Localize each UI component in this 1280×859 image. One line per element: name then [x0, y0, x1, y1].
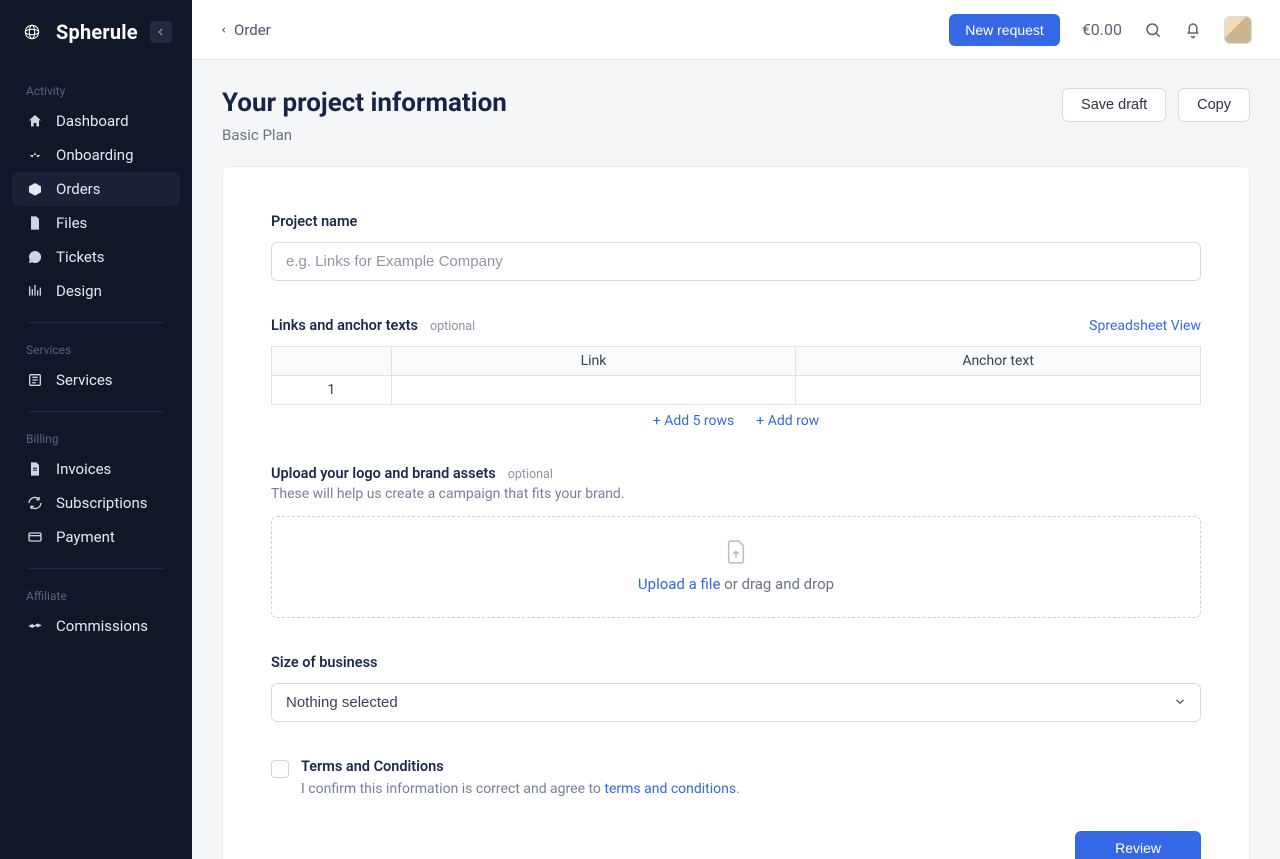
- terms-checkbox[interactable]: [271, 760, 289, 778]
- design-icon: [26, 282, 44, 300]
- subscriptions-icon: [26, 494, 44, 512]
- links-label: Links and anchor texts: [271, 317, 418, 334]
- orders-icon: [26, 180, 44, 198]
- sidebar-item-label: Onboarding: [56, 146, 134, 164]
- sidebar-item-label: Payment: [56, 528, 115, 546]
- content: Your project information Basic Plan Save…: [192, 60, 1280, 859]
- links-group: Links and anchor texts optional Spreadsh…: [271, 317, 1201, 429]
- sidebar-item-commissions[interactable]: Commissions: [0, 609, 192, 643]
- spreadsheet-view-link[interactable]: Spreadsheet View: [1089, 318, 1201, 334]
- brand[interactable]: Spherule: [0, 14, 192, 64]
- payment-icon: [26, 528, 44, 546]
- sidebar-item-label: Services: [56, 371, 113, 389]
- sidebar-item-onboarding[interactable]: Onboarding: [0, 138, 192, 172]
- sidebar-item-label: Files: [56, 214, 87, 232]
- sidebar-item-label: Invoices: [56, 460, 111, 478]
- commissions-icon: [26, 617, 44, 635]
- review-button[interactable]: Review: [1075, 831, 1201, 859]
- size-group: Size of business Nothing selected: [271, 654, 1201, 722]
- breadcrumb-label: Order: [234, 21, 271, 39]
- bell-icon[interactable]: [1184, 21, 1202, 39]
- terms-label: Terms and Conditions: [301, 758, 740, 775]
- sidebar-item-label: Design: [56, 282, 102, 300]
- terms-link[interactable]: terms and conditions: [604, 781, 736, 797]
- balance: €0.00: [1082, 20, 1122, 39]
- sidebar-item-tickets[interactable]: Tickets: [0, 240, 192, 274]
- topbar: Order New request €0.00: [192, 0, 1280, 60]
- files-icon: [26, 214, 44, 232]
- sidebar-item-design[interactable]: Design: [0, 274, 192, 308]
- page-header: Your project information Basic Plan Save…: [222, 88, 1250, 144]
- terms-description: I confirm this information is correct an…: [301, 781, 740, 797]
- sidebar-item-subscriptions[interactable]: Subscriptions: [0, 486, 192, 520]
- onboarding-icon: [26, 146, 44, 164]
- sidebar-item-label: Orders: [56, 180, 101, 198]
- invoices-icon: [26, 460, 44, 478]
- sidebar-item-files[interactable]: Files: [0, 206, 192, 240]
- copy-button[interactable]: Copy: [1178, 88, 1250, 122]
- tickets-icon: [26, 248, 44, 266]
- table-header-anchor: Anchor text: [796, 347, 1201, 376]
- size-label: Size of business: [271, 654, 1201, 671]
- breadcrumb[interactable]: Order: [220, 21, 271, 39]
- main: Order New request €0.00 Your project inf…: [192, 0, 1280, 859]
- chevron-left-icon: [220, 24, 228, 36]
- anchor-cell[interactable]: [796, 376, 1201, 405]
- links-table: Link Anchor text 1: [271, 346, 1201, 405]
- sidebar-section-affiliate: Affiliate: [0, 569, 192, 609]
- upload-dropzone[interactable]: Upload a file or drag and drop: [271, 516, 1201, 618]
- page-subtitle: Basic Plan: [222, 126, 507, 144]
- table-header-link: Link: [391, 347, 796, 376]
- upload-rest-text: or drag and drop: [720, 575, 834, 593]
- table-row: 1: [272, 376, 1201, 405]
- save-draft-button[interactable]: Save draft: [1062, 88, 1166, 122]
- table-header-rownum: [272, 347, 392, 376]
- project-name-input[interactable]: [271, 242, 1201, 281]
- row-number-cell: 1: [272, 376, 392, 405]
- add-row-link[interactable]: + Add row: [756, 413, 819, 429]
- search-icon[interactable]: [1144, 21, 1162, 39]
- sidebar-item-invoices[interactable]: Invoices: [0, 452, 192, 486]
- link-cell[interactable]: [391, 376, 796, 405]
- sidebar-section-billing: Billing: [0, 412, 192, 452]
- sidebar-item-label: Tickets: [56, 248, 105, 266]
- sidebar-item-dashboard[interactable]: Dashboard: [0, 104, 192, 138]
- add-5-rows-link[interactable]: + Add 5 rows: [653, 413, 735, 429]
- terms-group: Terms and Conditions I confirm this info…: [271, 758, 1201, 797]
- upload-helper: These will help us create a campaign tha…: [271, 486, 1201, 502]
- sidebar-item-payment[interactable]: Payment: [0, 520, 192, 554]
- optional-label: optional: [508, 467, 553, 482]
- sidebar-section-services: Services: [0, 323, 192, 363]
- services-icon: [26, 371, 44, 389]
- form-card: Project name Links and anchor texts opti…: [222, 166, 1250, 859]
- optional-label: optional: [430, 319, 475, 334]
- page-title: Your project information: [222, 88, 507, 118]
- new-request-button[interactable]: New request: [949, 14, 1060, 46]
- sidebar-collapse-button[interactable]: [150, 21, 172, 43]
- project-name-label: Project name: [271, 213, 1201, 230]
- sidebar-item-services[interactable]: Services: [0, 363, 192, 397]
- avatar[interactable]: [1224, 16, 1252, 44]
- brand-name: Spherule: [56, 20, 138, 44]
- upload-label: Upload your logo and brand assets: [271, 465, 496, 482]
- project-name-group: Project name: [271, 213, 1201, 281]
- sidebar-section-activity: Activity: [0, 64, 192, 104]
- upload-file-link[interactable]: Upload a file: [638, 575, 721, 593]
- file-upload-icon: [725, 539, 747, 565]
- sidebar-item-orders[interactable]: Orders: [12, 172, 180, 206]
- upload-group: Upload your logo and brand assets option…: [271, 465, 1201, 618]
- sidebar-item-label: Dashboard: [56, 112, 129, 130]
- brand-logo-icon: [18, 18, 46, 46]
- dashboard-icon: [26, 112, 44, 130]
- sidebar: Spherule Activity Dashboard Onboarding O…: [0, 0, 192, 859]
- sidebar-item-label: Subscriptions: [56, 494, 147, 512]
- size-select[interactable]: Nothing selected: [271, 683, 1201, 722]
- sidebar-item-label: Commissions: [56, 617, 148, 635]
